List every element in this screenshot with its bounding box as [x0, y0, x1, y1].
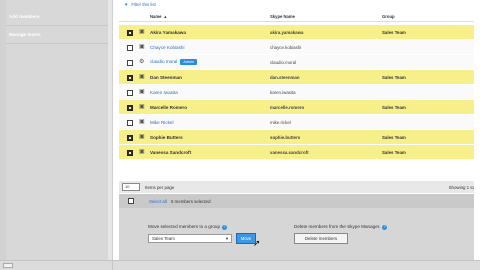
skype-name: marcelle.romero	[270, 104, 305, 110]
skype-name: dan.steenman	[270, 74, 300, 80]
bulk-actions-panel: Move selected members to a group? Sales …	[119, 208, 474, 260]
admin-badge: Admin	[180, 59, 198, 65]
member-name[interactable]: Sophie Butters	[150, 135, 183, 140]
filter-toggle[interactable]: ▼ Filter this list	[113, 0, 480, 8]
row-checkbox[interactable]	[127, 119, 133, 126]
table-row[interactable]: ▣ Chayce Kobiashi chayce.kobiashi	[119, 40, 474, 55]
selected-count: 5 members selected	[171, 198, 211, 204]
table-row[interactable]: ▣ Karen Iwasita karen.iwasita	[119, 85, 474, 100]
sidebar-item-manage-teams[interactable]: Manage teams	[6, 26, 108, 44]
showing-count: Showing 1 to	[448, 184, 474, 190]
sidebar: Add members Manage teams	[6, 0, 108, 260]
chevron-down-icon: ▼	[225, 236, 229, 241]
member-name[interactable]: Akira Yamakawa	[150, 30, 186, 35]
help-icon[interactable]: ?	[382, 225, 388, 230]
skype-name: mike.rickel	[270, 119, 291, 125]
table-row[interactable]: ▣ Vanessa Sandcroft vanessa.sandcroft Sales…	[119, 145, 474, 160]
person-icon: ▣	[139, 74, 145, 80]
filter-label: Filter this list	[131, 1, 156, 7]
person-icon: ▣	[139, 119, 145, 125]
row-checkbox[interactable]	[127, 74, 133, 81]
person-icon: ▣	[139, 44, 145, 50]
member-name[interactable]: Marcelle Romero	[150, 105, 187, 110]
member-name[interactable]: Chayce Kobiashi	[150, 45, 184, 50]
triangle-down-icon: ▼	[124, 1, 129, 7]
per-page-label: Items per page	[145, 184, 175, 190]
pagination-bar: 10 Items per page Showing 1 to	[119, 181, 474, 193]
person-icon: ▣	[139, 149, 145, 155]
row-checkbox[interactable]	[127, 89, 133, 96]
member-group: Sales Team	[382, 104, 406, 110]
table-row[interactable]: ▣ Akira Yamakawa akira.yamakawa Sales Team	[119, 25, 474, 40]
delete-members-label: Delete members from the Skype Manager.?	[294, 224, 388, 230]
status-control[interactable]	[3, 263, 13, 268]
skype-name: karen.iwasita	[270, 89, 296, 95]
member-name[interactable]: Karen Iwasita	[150, 90, 178, 95]
per-page-select[interactable]: 10	[122, 183, 140, 191]
app-window: Add members Manage teams ▼ Filter this l…	[0, 0, 480, 270]
select-all-link[interactable]: Select all	[149, 199, 167, 204]
admin-icon: ⚙	[139, 59, 145, 65]
skype-name: akira.yamakawa	[270, 29, 304, 35]
person-icon: ▣	[139, 104, 145, 110]
member-group: Sales Team	[382, 29, 406, 35]
member-name[interactable]: Dan Steenman	[150, 75, 182, 80]
table-row[interactable]: ▣ Marcelle Romero marcelle.romero Sales Tea…	[119, 100, 474, 115]
table-row[interactable]: ▣ Sophie Butters sophie.butters Sales Team	[119, 130, 474, 145]
column-header-skype-name[interactable]: Skype Name	[270, 14, 295, 19]
table-row[interactable]: ⚙ claudio moral Admin claudio.moral	[119, 55, 474, 70]
group-select[interactable]: Sales Team ▼	[148, 234, 232, 243]
row-checkbox[interactable]	[127, 59, 133, 66]
select-all-checkbox[interactable]	[128, 198, 134, 204]
person-icon: ▣	[139, 134, 145, 140]
column-header-group[interactable]: Group	[382, 14, 395, 19]
table-row[interactable]: ▣ Mike Rickel mike.rickel	[119, 115, 474, 130]
skype-name: sophie.butters	[270, 134, 301, 140]
table-header: Name ▲ Skype Name Group	[119, 12, 474, 22]
bottom-status-bar	[0, 260, 480, 270]
row-checkbox[interactable]	[127, 29, 133, 36]
member-name[interactable]: Mike Rickel	[150, 120, 173, 125]
row-checkbox[interactable]	[127, 134, 133, 141]
column-header-name[interactable]: Name ▲	[150, 14, 167, 19]
person-icon: ▣	[139, 29, 145, 35]
members-panel: ▼ Filter this list Name ▲ Skype Name Grou…	[112, 0, 480, 260]
row-checkbox[interactable]	[127, 44, 133, 51]
table-row[interactable]: ▣ Dan Steenman dan.steenman Sales Team	[119, 70, 474, 85]
member-name[interactable]: Vanessa Sandcroft	[150, 150, 191, 155]
skype-name: vanessa.sandcroft	[270, 149, 309, 155]
delete-members-button[interactable]: Delete members	[294, 233, 348, 244]
row-checkbox[interactable]	[127, 149, 133, 156]
member-group: Sales Team	[382, 134, 406, 140]
sidebar-item-add-members[interactable]: Add members	[6, 8, 108, 26]
divider	[112, 261, 113, 270]
member-name[interactable]: claudio moral Admin	[150, 59, 198, 65]
person-icon: ▣	[139, 89, 145, 95]
member-group: Sales Team	[382, 74, 406, 80]
help-icon[interactable]: ?	[222, 225, 228, 230]
skype-name: claudio.moral	[270, 59, 297, 65]
mouse-pointer-icon: ➚	[253, 238, 261, 248]
member-group: Sales Team	[382, 149, 406, 155]
members-table: ▣ Akira Yamakawa akira.yamakawa Sales Team ▣…	[119, 25, 474, 160]
row-checkbox[interactable]	[127, 104, 133, 111]
move-members-label: Move selected members to a group?	[148, 224, 228, 230]
sort-arrow-icon: ▲	[163, 14, 168, 19]
skype-name: chayce.kobiashi	[270, 44, 302, 50]
selection-bar: Select all 5 members selected	[119, 194, 474, 208]
